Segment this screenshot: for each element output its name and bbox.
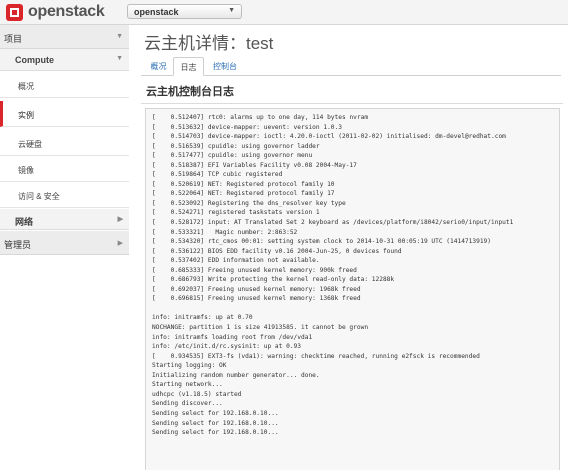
console-line: NOCHANGE: partition 1 is size 41913585. … [152, 324, 369, 332]
chevron-down-icon: ▼ [116, 55, 123, 62]
chevron-down-icon: ▼ [228, 7, 235, 14]
sidebar-item-volumes[interactable]: 云硬盘 [0, 130, 129, 156]
tab-overview[interactable]: 概况 [145, 57, 172, 74]
sidebar-section-project[interactable]: 项目 ▼ [0, 25, 129, 49]
tab-console[interactable]: 控制台 [207, 57, 243, 74]
console-line: [ 0.686793] Write protecting the kernel … [152, 276, 395, 284]
console-line: info: initramfs: up at 0.70 [152, 314, 253, 322]
divider [141, 103, 563, 104]
console-line: [ 0.692037] Freeing unused kernel memory… [152, 285, 361, 293]
console-line: [ 0.513632] device-mapper: uevent: versi… [152, 123, 342, 131]
project-selector[interactable]: openstack ▼ [127, 4, 242, 19]
console-line: [ 0.524271] registered taskstats version… [152, 209, 320, 217]
sidebar-group-label: Compute [15, 55, 54, 65]
sidebar-item-label: 概况 [18, 82, 34, 91]
main-content: 云主机详情：test 概况 日志 控制台 云主机控制台日志 [ 0.512407… [129, 25, 568, 470]
sidebar-item-access-security[interactable]: 访问 & 安全 [0, 182, 129, 208]
console-line: Starting network... [152, 381, 223, 389]
sidebar-section-label: 管理员 [4, 240, 32, 250]
sidebar-group-network[interactable]: 网络 ▶ [0, 209, 129, 230]
console-line: [ 0.522064] NET: Registered protocol fam… [152, 190, 335, 198]
console-line: Initializing random number generator... … [152, 371, 320, 379]
page-title: 云主机详情：test [144, 34, 274, 53]
console-log[interactable]: [ 0.512407] rtc0: alarms up to one day, … [145, 108, 560, 470]
brand-name: openstack [28, 3, 105, 20]
console-line: [ 0.537402] EDD information not availabl… [152, 257, 320, 265]
sidebar-item-instances[interactable]: 实例 [0, 101, 129, 127]
console-line: [ 0.533321] Magic number: 2:863:52 [152, 228, 298, 236]
sidebar-section-admin[interactable]: 管理员 ▶ [0, 231, 129, 255]
sidebar-item-images[interactable]: 镜像 [0, 156, 129, 182]
sidebar-section-label: 项目 [4, 34, 23, 44]
console-line: info: initramfs loading root from /dev/v… [152, 333, 313, 341]
console-line: [ 0.685333] Freeing unused kernel memory… [152, 266, 357, 274]
project-selector-label: openstack [134, 7, 179, 17]
console-line: Sending select for 192.168.0.10... [152, 429, 279, 437]
section-title: 云主机控制台日志 [146, 86, 234, 98]
console-line: [ 0.520619] NET: Registered protocol fam… [152, 180, 335, 188]
openstack-logo[interactable]: openstack [6, 3, 126, 21]
console-line: [ 0.696815] Freeing unused kernel memory… [152, 295, 361, 303]
console-line: [ 0.534320] rtc_cmos 00:01: setting syst… [152, 238, 491, 246]
tab-bar: 概况 日志 控制台 [141, 57, 561, 76]
console-line: Sending discover... [152, 400, 223, 408]
chevron-right-icon: ▶ [117, 240, 123, 247]
console-line: [ 0.528172] input: AT Translated Set 2 k… [152, 219, 514, 227]
console-line: [ 0.934535] EXT3-fs (vda1): warning: che… [152, 352, 480, 360]
console-line: Sending select for 192.168.0.10... [152, 409, 279, 417]
console-line: [ 0.517477] cpuidle: using governor menu [152, 152, 313, 160]
console-line: [ 0.519864] TCP cubic registered [152, 171, 283, 179]
sidebar-group-label: 网络 [15, 217, 34, 227]
console-line: [ 0.516539] cpuidle: using governor ladd… [152, 142, 320, 150]
console-line: [ 0.536122] BIOS EDD facility v0.16 2004… [152, 247, 402, 255]
tab-log[interactable]: 日志 [173, 57, 204, 76]
console-line: Sending select for 192.168.0.10... [152, 419, 279, 427]
console-line: [ 0.518387] EFI Variables Facility v0.08… [152, 161, 357, 169]
sidebar: 项目 ▼ Compute ▼ 概况 实例 云硬盘 镜像 访问 & 安全 网络 ▶… [0, 25, 129, 470]
sidebar-item-overview[interactable]: 概况 [0, 72, 129, 98]
sidebar-item-label: 访问 & 安全 [18, 192, 60, 201]
console-line: [ 0.523092] Registering the dns_resolver… [152, 199, 346, 207]
sidebar-item-label: 实例 [18, 111, 34, 120]
sidebar-item-label: 镜像 [18, 166, 34, 175]
console-line: Starting logging: OK [152, 362, 227, 370]
console-line: info: /etc/init.d/rc.sysinit: up at 0.93 [152, 343, 302, 351]
console-line: [ 0.512407] rtc0: alarms up to one day, … [152, 114, 369, 121]
chevron-down-icon: ▼ [116, 33, 123, 40]
sidebar-item-label: 云硬盘 [18, 140, 42, 149]
chevron-right-icon: ▶ [117, 216, 123, 223]
console-line: [ 0.514703] device-mapper: ioctl: 4.20.0… [152, 133, 506, 141]
openstack-logo-icon [6, 3, 23, 21]
sidebar-group-compute[interactable]: Compute ▼ [0, 49, 129, 71]
console-line: udhcpc (v1.18.5) started [152, 390, 242, 398]
top-bar: openstack openstack ▼ [0, 0, 568, 25]
